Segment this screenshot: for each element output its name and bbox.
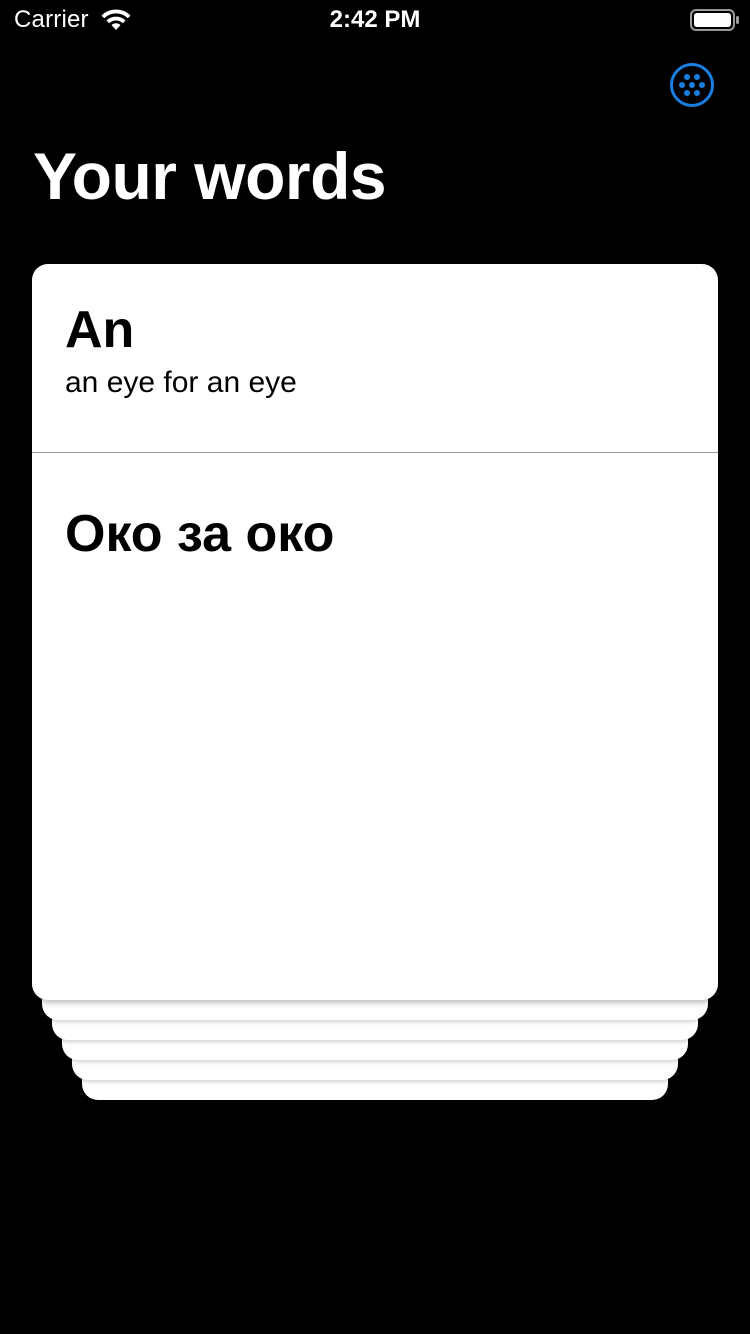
page-title: Your words <box>33 139 387 213</box>
dots-grid-circle-icon[interactable] <box>669 62 715 108</box>
card-translation: Око за око <box>65 505 335 563</box>
card-example: an eye for an eye <box>65 366 297 399</box>
status-bar: Carrier 2:42 PM <box>0 0 750 40</box>
card-word: An <box>65 301 135 359</box>
card-front: An an eye for an eye <box>32 264 718 453</box>
status-time: 2:42 PM <box>329 6 421 33</box>
battery-icon <box>690 9 739 31</box>
word-card[interactable]: An an eye for an eye Око за око <box>32 264 718 1000</box>
